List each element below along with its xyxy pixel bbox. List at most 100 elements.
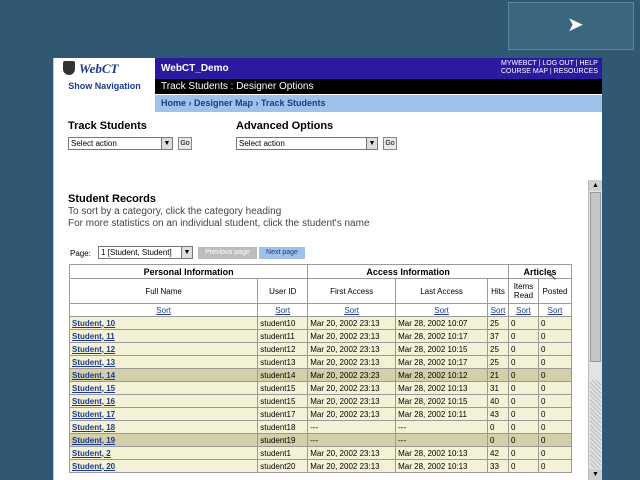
previous-page-button[interactable]: Previous page [198, 247, 257, 259]
show-navigation-link[interactable]: Show Navigation [54, 78, 155, 96]
cell-read: 0 [508, 446, 539, 460]
student-name-link[interactable]: Student, 12 [69, 342, 259, 356]
cell-read: 0 [508, 355, 539, 369]
cell-hits: 0 [487, 420, 509, 434]
scroll-thumb[interactable] [590, 192, 601, 362]
sort-link[interactable]: Sort [257, 303, 309, 317]
table-row: Student, 11 student11 Mar 20, 2002 23:13 Ma… [69, 329, 572, 343]
scroll-up-icon[interactable]: ▲ [589, 180, 602, 191]
track-students-select[interactable]: Select action ▼ [68, 137, 173, 150]
cell-last: Mar 28, 2002 10:11 [395, 407, 489, 421]
group-articles: Articles [508, 264, 572, 279]
cell-uid: student1 [257, 446, 309, 460]
cell-uid: student20 [257, 459, 309, 473]
cell-first: Mar 20, 2002 23:13 [307, 459, 397, 473]
cell-last: Mar 28, 2002 10:12 [395, 368, 489, 382]
table-row: Student, 16 student15 Mar 20, 2002 23:13 Ma… [69, 394, 572, 408]
student-name-link[interactable]: Student, 19 [69, 433, 259, 447]
cell-first: Mar 20, 2002 23:13 [307, 446, 397, 460]
student-name-link[interactable]: Student, 2 [69, 446, 259, 460]
cell-read: 0 [508, 459, 539, 473]
cell-posted: 0 [537, 368, 572, 382]
vertical-scrollbar[interactable]: ▲ ▼ [588, 180, 602, 480]
student-name-link[interactable]: Student, 10 [69, 316, 259, 330]
student-name-link[interactable]: Student, 14 [69, 368, 259, 382]
col-first-access: First Access [307, 278, 397, 304]
table-row: Student, 20 student20 Mar 20, 2002 23:13 Ma… [69, 459, 572, 473]
cell-first: Mar 20, 2002 23:13 [307, 394, 397, 408]
table-row: Student, 19 student19 --- --- 0 0 0 [69, 433, 572, 447]
col-last-access: Last Access [395, 278, 489, 304]
crumb-track-students[interactable]: Track Students [261, 98, 326, 108]
cell-read: 0 [508, 420, 539, 434]
sort-link[interactable]: Sort [487, 303, 509, 317]
cell-uid: student11 [257, 329, 309, 343]
link-course-map[interactable]: COURSE MAP [501, 68, 548, 75]
table-row: Student, 14 student14 Mar 20, 2002 23:23 Ma… [69, 368, 572, 382]
track-students-go-button[interactable]: Go [178, 137, 192, 150]
cell-read: 0 [508, 433, 539, 447]
crumb-home[interactable]: Home [161, 98, 186, 108]
cell-hits: 43 [487, 407, 509, 421]
link-mywebct[interactable]: MYWEBCT [501, 60, 537, 67]
cell-last: --- [395, 433, 489, 447]
student-records-heading: Student Records [68, 193, 157, 205]
col-items-read: Items Read [508, 278, 539, 304]
sort-link[interactable]: Sort [307, 303, 397, 317]
student-records-table: Personal Information Access Information … [69, 264, 572, 473]
student-name-link[interactable]: Student, 18 [69, 420, 259, 434]
cell-last: Mar 28, 2002 10:07 [395, 316, 489, 330]
cell-hits: 40 [487, 394, 509, 408]
cell-posted: 0 [537, 381, 572, 395]
chevron-down-icon: ▼ [161, 138, 172, 149]
next-page-button[interactable]: Next page [259, 247, 305, 259]
cell-first: Mar 20, 2002 23:13 [307, 381, 397, 395]
crumb-designer-map[interactable]: Designer Map [194, 98, 253, 108]
cell-posted: 0 [537, 316, 572, 330]
cell-first: Mar 20, 2002 23:13 [307, 407, 397, 421]
link-logout[interactable]: LOG OUT [542, 60, 573, 67]
cell-uid: student15 [257, 394, 309, 408]
student-name-link[interactable]: Student, 20 [69, 459, 259, 473]
course-title: WebCT_Demo [161, 63, 229, 74]
cell-hits: 0 [487, 433, 509, 447]
advanced-options-select[interactable]: Select action ▼ [236, 137, 378, 150]
student-name-link[interactable]: Student, 11 [69, 329, 259, 343]
sort-link[interactable]: Sort [395, 303, 489, 317]
sort-link[interactable]: Sort [508, 303, 539, 317]
student-name-link[interactable]: Student, 17 [69, 407, 259, 421]
cell-uid: student10 [257, 316, 309, 330]
cell-hits: 31 [487, 381, 509, 395]
cell-hits: 33 [487, 459, 509, 473]
link-resources[interactable]: RESOURCES [554, 68, 598, 75]
cell-uid: student13 [257, 355, 309, 369]
cell-hits: 25 [487, 342, 509, 356]
advanced-options-go-button[interactable]: Go [383, 137, 397, 150]
cell-read: 0 [508, 394, 539, 408]
student-name-link[interactable]: Student, 13 [69, 355, 259, 369]
sort-link[interactable]: Sort [69, 303, 259, 317]
cell-read: 0 [508, 368, 539, 382]
cell-last: Mar 28, 2002 10:17 [395, 355, 489, 369]
cell-hits: 25 [487, 316, 509, 330]
student-name-link[interactable]: Student, 15 [69, 381, 259, 395]
group-personal-info: Personal Information [69, 264, 309, 279]
cell-last: Mar 28, 2002 10:13 [395, 381, 489, 395]
page-select[interactable]: 1 [Student, Student] ▼ [98, 246, 193, 259]
cell-posted: 0 [537, 329, 572, 343]
student-name-link[interactable]: Student, 16 [69, 394, 259, 408]
cell-first: Mar 20, 2002 23:13 [307, 342, 397, 356]
text-cursor-icon: ↖ [548, 271, 558, 283]
webct-window: WebCT Show Navigation WebCT_Demo MYWEBCT… [53, 58, 602, 480]
cell-read: 0 [508, 329, 539, 343]
link-help[interactable]: HELP [579, 60, 597, 67]
sort-link[interactable]: Sort [537, 303, 572, 317]
cell-posted: 0 [537, 420, 572, 434]
cell-uid: student15 [257, 381, 309, 395]
scroll-down-icon[interactable]: ▼ [589, 469, 602, 480]
cell-hits: 21 [487, 368, 509, 382]
cell-read: 0 [508, 407, 539, 421]
stats-instruction: For more statistics on an individual stu… [68, 218, 370, 229]
top-nav-button[interactable]: ➤ [508, 2, 634, 50]
cell-posted: 0 [537, 342, 572, 356]
